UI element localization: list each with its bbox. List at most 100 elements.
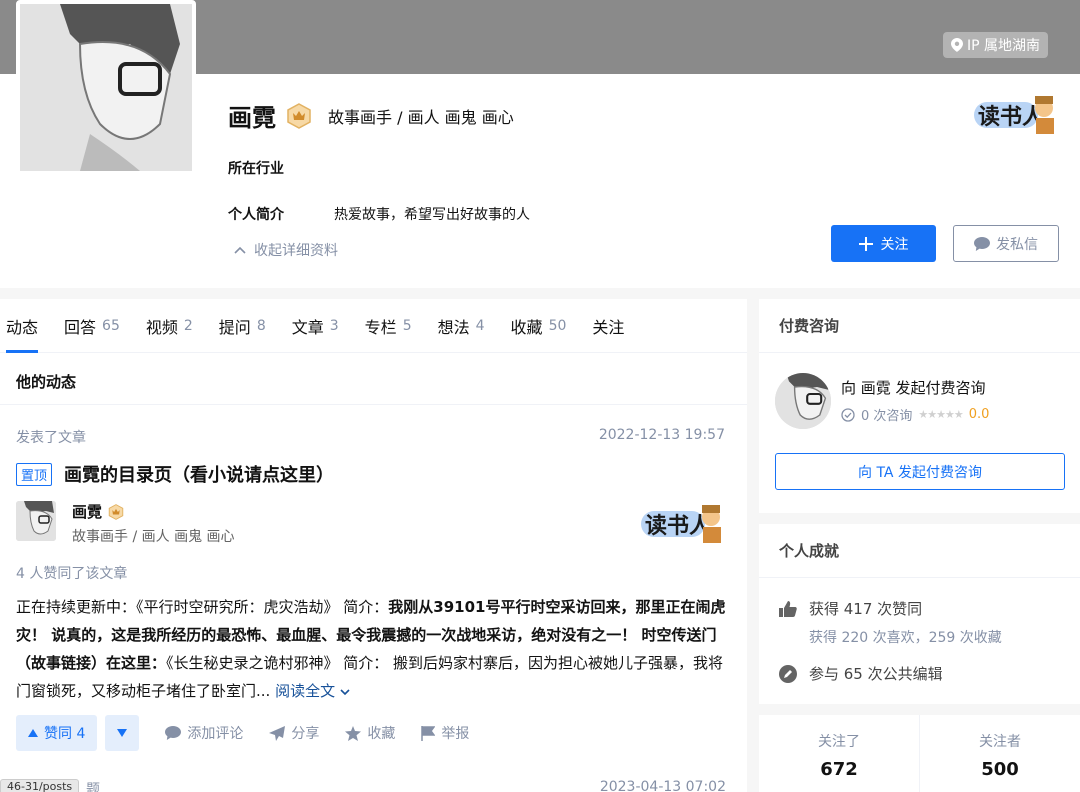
share-label: 分享 xyxy=(291,726,320,742)
consult-avatar[interactable] xyxy=(775,373,831,429)
following-label: 关注了 xyxy=(818,734,860,750)
user-headline: 故事画手 / 画人 画鬼 画心 xyxy=(328,107,514,127)
next-feed-item-meta: 题 2023-04-13 07:02 xyxy=(16,779,726,792)
upvote-button[interactable]: 赞同 4 xyxy=(16,715,98,751)
upvote-label: 赞同 4 xyxy=(44,726,86,742)
collapse-label: 收起详细资料 xyxy=(254,243,338,259)
tab-videos[interactable]: 视频 2 xyxy=(146,299,193,353)
user-name: 画霓 xyxy=(228,104,276,132)
article-title-link[interactable]: 画霓的目录页（看小说请点这里） xyxy=(64,461,334,487)
tab-articles[interactable]: 文章 3 xyxy=(292,299,339,353)
tab-label: 视频 xyxy=(145,317,178,337)
ip-location-badge: IP 属地湖南 xyxy=(942,32,1048,58)
report-label: 举报 xyxy=(441,726,470,742)
read-more-link[interactable]: 阅读全文 xyxy=(275,682,350,700)
star-icon xyxy=(345,725,362,741)
comment-label: 添加评论 xyxy=(187,726,244,742)
chevron-up-icon xyxy=(234,246,246,254)
triangle-up-icon xyxy=(28,729,38,737)
tab-count: 65 xyxy=(102,317,120,334)
article-title-row: 置顶 画霓的目录页（看小说请点这里） xyxy=(16,461,725,487)
tab-count: 2 xyxy=(183,317,193,334)
tab-count: 50 xyxy=(548,317,567,334)
profile-tabs: 动态 回答 65 视频 2 提问 8 文章 3 专栏 5 想法 4 收藏 50 关注 xyxy=(0,299,747,353)
tab-count: 8 xyxy=(256,317,266,334)
comment-button[interactable]: 添加评论 xyxy=(165,723,243,743)
avatar[interactable] xyxy=(16,0,196,175)
author-row: 画霓 故事画手 / 画人 画鬼 画心 读书人 xyxy=(16,501,725,545)
author-headline: 故事画手 / 画人 画鬼 画心 xyxy=(72,529,235,545)
collect-button[interactable]: 收藏 xyxy=(345,723,395,743)
avatar-illustration-icon xyxy=(16,501,56,541)
creator-badge-icon xyxy=(287,102,311,129)
start-consult-button[interactable]: 向 TA 发起付费咨询 xyxy=(775,453,1065,490)
rating-stars-icon: ★★★★★ xyxy=(918,408,963,421)
paid-consult-card: 付费咨询 向 画霓 发起付费咨询 0 次咨询 ★★★★★ 0.0 向 TA 发起… xyxy=(759,299,1080,513)
avatar-illustration-icon xyxy=(775,373,831,429)
tab-thoughts[interactable]: 想法 4 xyxy=(438,299,485,353)
check-circle-icon xyxy=(841,407,855,422)
main-feed: 动态 回答 65 视频 2 提问 8 文章 3 专栏 5 想法 4 收藏 50 关注 他的动态… xyxy=(0,299,747,792)
location-pin-icon xyxy=(950,38,963,52)
likes-sub-text: 获得 220 次喜欢，259 次收藏 xyxy=(809,630,1002,646)
name-row: 画霓 故事画手 / 画人 画鬼 画心 xyxy=(228,98,514,133)
consult-stats: 0 次咨询 ★★★★★ 0.0 xyxy=(841,405,989,424)
followers-label: 关注者 xyxy=(979,734,1021,750)
send-message-button[interactable]: 发私信 xyxy=(953,225,1059,262)
edits-text: 参与 65 次公共编辑 xyxy=(809,665,943,683)
tab-label: 关注 xyxy=(592,317,625,337)
industry-label: 所在行业 xyxy=(228,161,284,177)
followers-count: 500 xyxy=(981,759,1019,780)
thumbs-up-icon xyxy=(779,600,797,617)
downvote-button[interactable] xyxy=(105,715,140,751)
consult-cta-title: 向 画霓 发起付费咨询 xyxy=(841,379,986,397)
share-button[interactable]: 分享 xyxy=(269,723,319,743)
achievements-title: 个人成就 xyxy=(759,524,1080,578)
triangle-down-icon xyxy=(117,729,128,737)
tab-count: 3 xyxy=(329,317,339,334)
achievements-card: 个人成就 获得 417 次赞同 获得 220 次喜欢，259 次收藏 参与 65… xyxy=(759,524,1080,704)
link-url-tooltip: 46-31/posts xyxy=(0,779,80,792)
tab-label: 想法 xyxy=(437,317,470,337)
tab-activity[interactable]: 动态 xyxy=(6,299,39,353)
tab-columns[interactable]: 专栏 5 xyxy=(365,299,412,353)
tab-questions[interactable]: 提问 8 xyxy=(219,299,266,353)
tab-following[interactable]: 关注 xyxy=(592,299,624,353)
feed-item: 发表了文章 2022-12-13 19:57 置顶 画霓的目录页（看小说请点这里… xyxy=(0,427,747,751)
tab-label: 回答 xyxy=(64,317,97,337)
tab-label: 收藏 xyxy=(510,317,543,337)
creator-badge-icon xyxy=(108,503,124,520)
section-title: 他的动态 xyxy=(0,353,747,405)
tab-collections[interactable]: 收藏 50 xyxy=(511,299,567,353)
consult-count: 0 次咨询 xyxy=(861,409,913,424)
report-button[interactable]: 举报 xyxy=(421,723,469,743)
message-label: 发私信 xyxy=(996,236,1038,253)
action-bar: 赞同 4 添加评论 分享 收藏 举报 xyxy=(16,715,725,751)
paper-plane-icon xyxy=(269,725,286,741)
svg-text:读书人: 读书人 xyxy=(645,514,711,539)
following-stat[interactable]: 关注了 672 xyxy=(759,715,919,792)
tab-answers[interactable]: 回答 65 xyxy=(64,299,120,353)
ip-location-text: IP 属地湖南 xyxy=(966,38,1040,54)
followers-stat[interactable]: 关注者 500 xyxy=(919,715,1080,792)
author-name[interactable]: 画霓 xyxy=(72,501,102,522)
author-avatar[interactable] xyxy=(16,501,56,541)
consult-card-title: 付费咨询 xyxy=(759,299,1080,353)
likes-row: 获得 417 次赞同 xyxy=(759,598,1080,619)
pinned-tag: 置顶 xyxy=(16,462,53,486)
follow-button[interactable]: 关注 xyxy=(831,225,936,262)
following-count: 672 xyxy=(820,759,858,780)
pencil-circle-icon xyxy=(779,664,797,683)
tab-label: 动态 xyxy=(6,317,39,337)
profile-header-card: 画霓 故事画手 / 画人 画鬼 画心 所在行业 个人简介 热爱故事，希望写出好故… xyxy=(0,0,1080,288)
avatar-illustration-icon xyxy=(20,4,192,171)
comment-icon xyxy=(165,726,182,740)
feed-action-text: 发表了文章 xyxy=(16,430,86,446)
collapse-details-link[interactable]: 收起详细资料 xyxy=(234,240,338,260)
chevron-down-icon xyxy=(340,689,350,696)
article-excerpt[interactable]: 正在持续更新中：《平行时空研究所：虎灾浩劫》 简介：我刚从39101号平行时空采… xyxy=(16,593,726,705)
tab-label: 文章 xyxy=(291,317,324,337)
feed-action-text: 题 xyxy=(86,782,100,792)
collect-label: 收藏 xyxy=(367,726,396,742)
author-name-row: 画霓 xyxy=(72,501,235,522)
